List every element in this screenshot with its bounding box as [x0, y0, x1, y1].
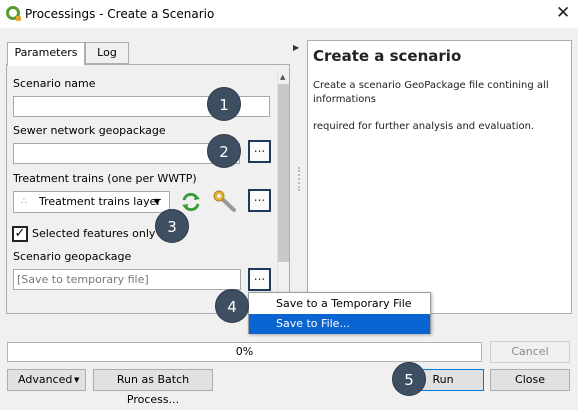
help-description-2: required for further analysis and evalua…: [313, 121, 535, 132]
window-title: Processings - Create a Scenario: [25, 7, 215, 21]
scenario-geopackage-label: Scenario geopackage: [13, 250, 132, 263]
sewer-network-input[interactable]: [13, 143, 240, 164]
save-options-menu: Save to a Temporary File Save to File...: [248, 292, 431, 334]
menu-item-save-temporary[interactable]: Save to a Temporary File: [249, 294, 430, 314]
scenario-name-label: Scenario name: [13, 77, 96, 90]
wrench-icon[interactable]: [213, 190, 239, 214]
chevron-down-icon: ▼: [154, 197, 161, 206]
iterate-icon[interactable]: [180, 192, 202, 212]
treatment-trains-value: Treatment trains layer: [39, 195, 161, 208]
splitter-handle[interactable]: [298, 167, 302, 191]
progress-bar: 0%: [7, 342, 482, 362]
chevron-down-icon: ▼: [74, 376, 80, 384]
treatment-trains-label: Treatment trains (one per WWTP): [13, 172, 197, 185]
qgis-icon: [6, 6, 21, 21]
sewer-network-label: Sewer network geopackage: [13, 124, 166, 137]
treatment-trains-combo[interactable]: ∴ Treatment trains layer ▼: [13, 191, 170, 213]
geopackage-browse-button[interactable]: ...: [248, 268, 271, 291]
run-as-batch-button[interactable]: Run as Batch Process...: [93, 369, 213, 406]
collapse-arrow-icon[interactable]: ▶: [293, 43, 299, 52]
close-button[interactable]: Close: [490, 369, 570, 391]
sewer-browse-button[interactable]: ...: [248, 140, 271, 163]
scenario-geopackage-input[interactable]: [Save to temporary file]: [13, 269, 241, 290]
selected-features-label: Selected features only: [32, 227, 156, 240]
step-badge-2: 2: [207, 134, 241, 168]
scroll-up-icon[interactable]: ▲: [280, 73, 285, 81]
tab-log[interactable]: Log: [85, 42, 129, 64]
point-layer-icon: ∴: [21, 197, 27, 207]
step-badge-3: 3: [155, 209, 189, 243]
scrollbar-thumb[interactable]: [278, 84, 289, 262]
vertical-scrollbar[interactable]: ▲: [277, 70, 289, 313]
advanced-label: Advanced: [18, 373, 73, 386]
help-title: Create a scenario: [313, 47, 462, 65]
help-panel: Create a scenario Create a scenario GeoP…: [307, 40, 572, 314]
help-description-1: Create a scenario GeoPackage file contin…: [313, 80, 549, 105]
step-badge-1: 1: [207, 87, 241, 121]
step-badge-4: 4: [215, 289, 249, 323]
close-icon[interactable]: ✕: [556, 3, 570, 23]
cancel-button[interactable]: Cancel: [490, 341, 570, 363]
menu-item-save-to-file[interactable]: Save to File...: [249, 314, 430, 334]
selected-features-checkbox[interactable]: ✓: [12, 226, 28, 242]
treatment-browse-button[interactable]: ...: [248, 189, 271, 212]
advanced-button[interactable]: Advanced ▼: [7, 369, 86, 391]
step-badge-5: 5: [392, 362, 426, 396]
tab-parameters[interactable]: Parameters: [7, 42, 85, 66]
